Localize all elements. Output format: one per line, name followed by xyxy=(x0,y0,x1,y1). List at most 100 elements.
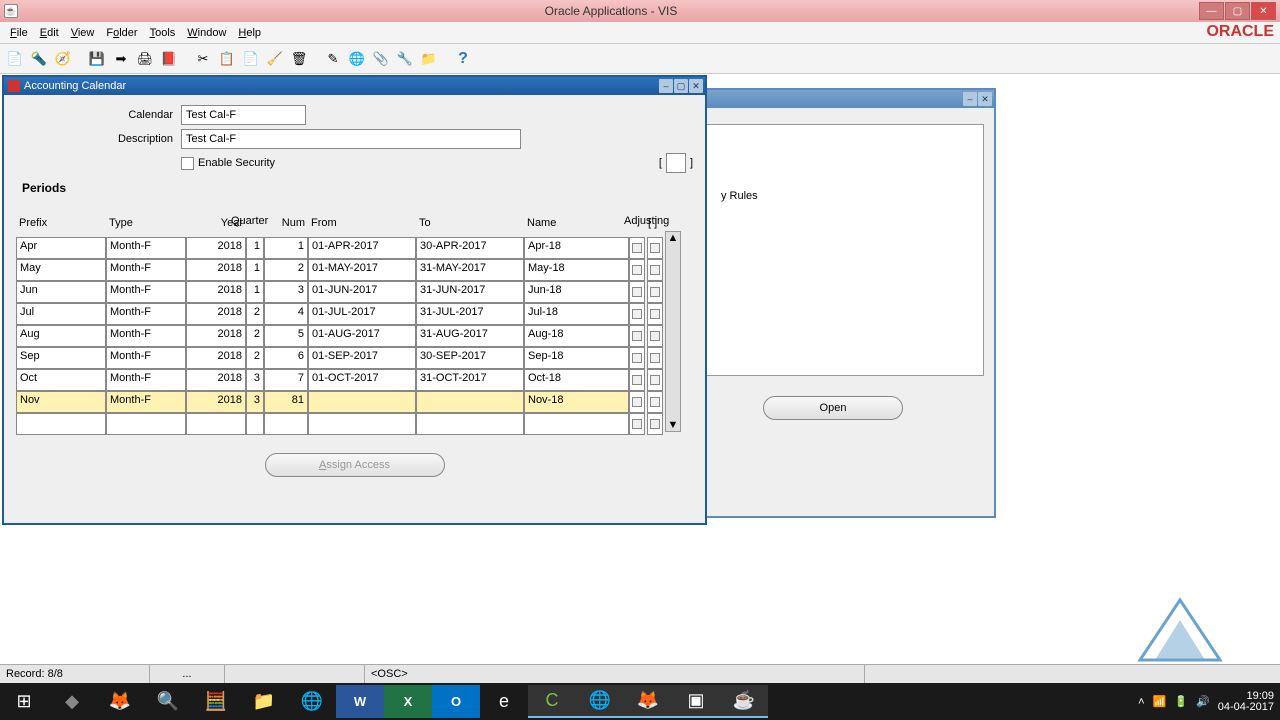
cell-prefix[interactable]: Jun xyxy=(16,281,106,303)
cell-prefix[interactable] xyxy=(16,413,106,435)
cell-to[interactable]: 31-OCT-2017 xyxy=(416,369,524,391)
tray-up-icon[interactable]: ˄ xyxy=(1138,696,1144,708)
cell-num[interactable]: 3 xyxy=(264,281,308,303)
folder-tool-icon[interactable]: 📁 xyxy=(418,48,440,70)
close-button[interactable]: ✕ xyxy=(1251,2,1276,20)
menu-folder[interactable]: Folder xyxy=(100,24,143,42)
paste-icon[interactable]: 📄 xyxy=(240,48,262,70)
menu-help[interactable]: Help xyxy=(232,24,267,42)
task-firefox2[interactable]: 🦊 xyxy=(624,685,672,718)
cell-adjusting-checkbox[interactable] xyxy=(629,259,645,281)
cell-extra-checkbox[interactable] xyxy=(647,391,663,413)
task-chrome2[interactable]: 🌐 xyxy=(576,685,624,718)
cell-year[interactable]: 2018 xyxy=(186,259,246,281)
cell-to[interactable] xyxy=(416,391,524,413)
clear-icon[interactable]: 🧹 xyxy=(264,48,286,70)
secondary-close-icon[interactable]: ✕ xyxy=(978,92,992,106)
task-chrome[interactable]: 🌐 xyxy=(288,685,336,718)
cell-adjusting-checkbox[interactable] xyxy=(629,391,645,413)
cell-year[interactable] xyxy=(186,413,246,435)
cell-quarter[interactable] xyxy=(246,413,264,435)
cut-icon[interactable]: ✂ xyxy=(192,48,214,70)
cell-name[interactable] xyxy=(524,413,629,435)
table-row[interactable]: SepMonth-F20182601-SEP-201730-SEP-2017Se… xyxy=(16,347,663,369)
cell-quarter[interactable]: 2 xyxy=(246,303,264,325)
cell-prefix[interactable]: Jul xyxy=(16,303,106,325)
find-icon[interactable]: 🔦 xyxy=(28,48,50,70)
task-word[interactable]: W xyxy=(336,685,384,718)
cell-adjusting-checkbox[interactable] xyxy=(629,413,645,435)
scroll-up-icon[interactable]: ▲ xyxy=(668,232,679,244)
grid-scrollbar[interactable]: ▲ ▼ xyxy=(665,231,681,432)
cell-quarter[interactable]: 1 xyxy=(246,259,264,281)
print-icon[interactable]: 🖨 xyxy=(134,48,156,70)
cell-extra-checkbox[interactable] xyxy=(647,281,663,303)
secondary-item[interactable]: y Rules xyxy=(721,190,973,202)
cell-to[interactable] xyxy=(416,413,524,435)
copy-icon[interactable]: 📋 xyxy=(216,48,238,70)
cell-year[interactable]: 2018 xyxy=(186,303,246,325)
cell-type[interactable]: Month-F xyxy=(106,237,186,259)
cell-from[interactable]: 01-AUG-2017 xyxy=(308,325,416,347)
table-row[interactable]: JunMonth-F20181301-JUN-201731-JUN-2017Ju… xyxy=(16,281,663,303)
menu-edit[interactable]: Edit xyxy=(34,24,65,42)
translate-icon[interactable]: 🌐 xyxy=(346,48,368,70)
mdi-max-icon[interactable]: ▢ xyxy=(674,79,688,93)
cell-prefix[interactable]: Nov xyxy=(16,391,106,413)
secondary-window[interactable]: – ✕ y Rules Open xyxy=(670,88,996,518)
secondary-min-icon[interactable]: – xyxy=(963,92,977,106)
cell-num[interactable]: 4 xyxy=(264,303,308,325)
help-icon[interactable]: ? xyxy=(452,48,474,70)
menu-file[interactable]: File xyxy=(4,24,34,42)
task-app1[interactable]: ◆ xyxy=(48,685,96,718)
cell-year[interactable]: 2018 xyxy=(186,347,246,369)
cell-adjusting-checkbox[interactable] xyxy=(629,325,645,347)
task-camtasia[interactable]: C xyxy=(528,685,576,718)
cell-from[interactable]: 01-JUN-2017 xyxy=(308,281,416,303)
cell-to[interactable]: 31-MAY-2017 xyxy=(416,259,524,281)
cell-prefix[interactable]: Apr xyxy=(16,237,106,259)
task-java[interactable]: ☕ xyxy=(720,685,768,718)
cell-name[interactable]: Jun-18 xyxy=(524,281,629,303)
cell-name[interactable]: Oct-18 xyxy=(524,369,629,391)
tray-wifi-icon[interactable]: 📶 xyxy=(1153,695,1167,708)
cell-num[interactable]: 2 xyxy=(264,259,308,281)
cell-adjusting-checkbox[interactable] xyxy=(629,303,645,325)
menu-tools[interactable]: Tools xyxy=(144,24,182,42)
cell-prefix[interactable]: Oct xyxy=(16,369,106,391)
cell-type[interactable] xyxy=(106,413,186,435)
new-icon[interactable]: 📄 xyxy=(4,48,26,70)
cell-adjusting-checkbox[interactable] xyxy=(629,347,645,369)
cell-num[interactable]: 81 xyxy=(264,391,308,413)
cell-adjusting-checkbox[interactable] xyxy=(629,237,645,259)
cell-from[interactable] xyxy=(308,413,416,435)
cell-adjusting-checkbox[interactable] xyxy=(629,369,645,391)
save-icon[interactable]: 💾 xyxy=(86,48,108,70)
cell-name[interactable]: Nov-18 xyxy=(524,391,629,413)
cell-from[interactable]: 01-JUL-2017 xyxy=(308,303,416,325)
description-field[interactable] xyxy=(181,129,521,149)
tray-battery-icon[interactable]: 🔋 xyxy=(1174,695,1188,708)
calendar-field[interactable] xyxy=(181,105,306,125)
table-row[interactable]: NovMonth-F2018381Nov-18 xyxy=(16,391,663,413)
open-button[interactable]: Open xyxy=(763,396,903,420)
maximize-button[interactable]: ▢ xyxy=(1225,2,1250,20)
cell-quarter[interactable]: 2 xyxy=(246,347,264,369)
mdi-min-icon[interactable]: – xyxy=(659,79,673,93)
secondary-titlebar[interactable]: – ✕ xyxy=(672,90,994,108)
cell-num[interactable]: 7 xyxy=(264,369,308,391)
cell-type[interactable]: Month-F xyxy=(106,347,186,369)
cell-quarter[interactable]: 1 xyxy=(246,281,264,303)
assign-access-button[interactable]: AAssign Accessssign Access xyxy=(265,453,445,477)
cell-extra-checkbox[interactable] xyxy=(647,237,663,259)
delete-icon[interactable]: 🗑 xyxy=(288,48,310,70)
task-ie[interactable]: e xyxy=(480,685,528,718)
cell-extra-checkbox[interactable] xyxy=(647,259,663,281)
calendar-titlebar[interactable]: Accounting Calendar – ▢ ✕ xyxy=(4,77,705,95)
cell-quarter[interactable]: 3 xyxy=(246,369,264,391)
tray-sound-icon[interactable]: 🔊 xyxy=(1196,695,1210,708)
cell-prefix[interactable]: Sep xyxy=(16,347,106,369)
cell-type[interactable]: Month-F xyxy=(106,303,186,325)
cell-name[interactable]: Aug-18 xyxy=(524,325,629,347)
cell-type[interactable]: Month-F xyxy=(106,281,186,303)
